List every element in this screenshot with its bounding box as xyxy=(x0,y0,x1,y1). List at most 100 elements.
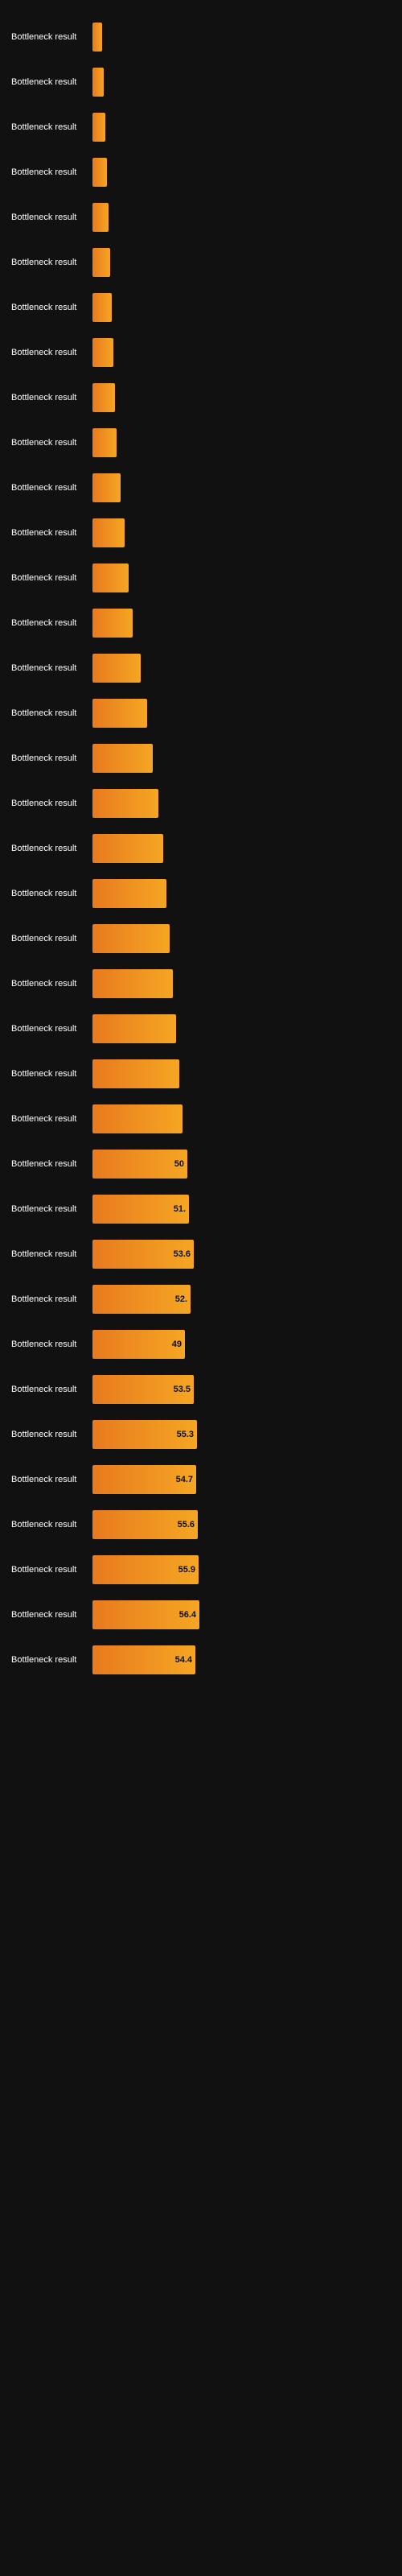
bar-row: Bottleneck result 56.4 xyxy=(8,1594,402,1636)
bar-container xyxy=(92,338,402,367)
bar-value: 56.4 xyxy=(179,1610,196,1620)
bar-label: Bottleneck result xyxy=(8,483,92,493)
bar-container xyxy=(92,969,402,998)
bar-label: Bottleneck result xyxy=(8,979,92,989)
chart-area: Bottleneck resultBottleneck resultBottle… xyxy=(0,16,402,1681)
bar-row: Bottleneck result xyxy=(8,196,402,238)
bar: 54.4 xyxy=(92,1645,195,1674)
bar-value: 55.3 xyxy=(177,1430,194,1439)
bar-row: Bottleneck result49 xyxy=(8,1323,402,1365)
bar: 54.7 xyxy=(92,1465,196,1494)
bar-row: Bottleneck result xyxy=(8,602,402,644)
bar xyxy=(92,338,113,367)
bar-row: Bottleneck result55.3 xyxy=(8,1414,402,1455)
bar-row: Bottleneck result xyxy=(8,873,402,914)
bar-row: Bottleneck result xyxy=(8,647,402,689)
bar-row: Bottleneck result 53.5 xyxy=(8,1368,402,1410)
bar-container xyxy=(92,654,402,683)
bar-container xyxy=(92,1059,402,1088)
bar-row: Bottleneck result xyxy=(8,512,402,554)
bar-row: Bottleneck result xyxy=(8,377,402,419)
bar-value: 51. xyxy=(174,1204,186,1214)
bar-label: Bottleneck result xyxy=(8,167,92,177)
bar-row: Bottleneck result xyxy=(8,737,402,779)
bar-row: Bottleneck result xyxy=(8,1053,402,1095)
bar-label: Bottleneck result xyxy=(8,1655,92,1665)
bar xyxy=(92,699,147,728)
bar xyxy=(92,518,125,547)
bar-value: 55.6 xyxy=(178,1520,195,1530)
bar-row: Bottleneck result xyxy=(8,61,402,103)
bar-row: Bottleneck result xyxy=(8,332,402,374)
bar-row: Bottleneck result xyxy=(8,782,402,824)
bar-container xyxy=(92,293,402,322)
bar-row: Bottleneck result51. xyxy=(8,1188,402,1230)
bar xyxy=(92,744,153,773)
bar-container xyxy=(92,383,402,412)
site-title xyxy=(0,0,402,13)
bar xyxy=(92,428,117,457)
bar-value: 54.4 xyxy=(175,1655,192,1665)
bar: 53.6 xyxy=(92,1240,194,1269)
bar-container: 51. xyxy=(92,1195,402,1224)
bar-container xyxy=(92,428,402,457)
bar-row: Bottleneck result xyxy=(8,467,402,509)
bar-container xyxy=(92,203,402,232)
bar-container xyxy=(92,564,402,592)
bar-label: Bottleneck result xyxy=(8,1565,92,1575)
bar xyxy=(92,609,133,638)
bar-label: Bottleneck result xyxy=(8,1249,92,1259)
bar-row: Bottleneck result54.7 xyxy=(8,1459,402,1501)
bar-container xyxy=(92,158,402,187)
bar-label: Bottleneck result xyxy=(8,1294,92,1304)
bar-row: Bottleneck result xyxy=(8,287,402,328)
bar-label: Bottleneck result xyxy=(8,1114,92,1124)
bar xyxy=(92,68,104,97)
bar-value: 53.6 xyxy=(174,1249,191,1259)
bar-container xyxy=(92,699,402,728)
bar-row: Bottleneck result xyxy=(8,692,402,734)
bar-label: Bottleneck result xyxy=(8,889,92,898)
bar xyxy=(92,113,105,142)
bar-container: 54.4 xyxy=(92,1645,402,1674)
bar-label: Bottleneck result xyxy=(8,1610,92,1620)
bar-value: 54.7 xyxy=(176,1475,193,1484)
bar: 55.3 xyxy=(92,1420,197,1449)
bar-container xyxy=(92,68,402,97)
bar: 55.6 xyxy=(92,1510,198,1539)
bar-row: Bottleneck result xyxy=(8,557,402,599)
bar xyxy=(92,1104,183,1133)
bar xyxy=(92,879,166,908)
bar-label: Bottleneck result xyxy=(8,393,92,402)
bar-value: 53.5 xyxy=(174,1385,191,1394)
bar: 55.9 xyxy=(92,1555,199,1584)
bar: 52. xyxy=(92,1285,191,1314)
bar-label: Bottleneck result xyxy=(8,1520,92,1530)
bar: 56.4 xyxy=(92,1600,199,1629)
bar xyxy=(92,383,115,412)
bar-container: 50 xyxy=(92,1150,402,1179)
bar-container: 56.4 xyxy=(92,1600,402,1629)
bar-label: Bottleneck result xyxy=(8,799,92,808)
bar-container: 54.7 xyxy=(92,1465,402,1494)
bar: 53.5 xyxy=(92,1375,194,1404)
bar-label: Bottleneck result xyxy=(8,1385,92,1394)
bar-row: Bottleneck result xyxy=(8,16,402,58)
bar xyxy=(92,1014,176,1043)
bar-row: Bottleneck result55.9 xyxy=(8,1549,402,1591)
bar-label: Bottleneck result xyxy=(8,77,92,87)
bar-container xyxy=(92,879,402,908)
bar-row: Bottleneck result xyxy=(8,422,402,464)
bar xyxy=(92,924,170,953)
bar-label: Bottleneck result xyxy=(8,1159,92,1169)
bar-container: 55.3 xyxy=(92,1420,402,1449)
bar-label: Bottleneck result xyxy=(8,573,92,583)
bar-label: Bottleneck result xyxy=(8,1340,92,1349)
bar-container xyxy=(92,113,402,142)
bar-row: Bottleneck result50 xyxy=(8,1143,402,1185)
bar xyxy=(92,789,158,818)
bar-container: 55.9 xyxy=(92,1555,402,1584)
bar xyxy=(92,293,112,322)
bar-label: Bottleneck result xyxy=(8,708,92,718)
bar-label: Bottleneck result xyxy=(8,618,92,628)
